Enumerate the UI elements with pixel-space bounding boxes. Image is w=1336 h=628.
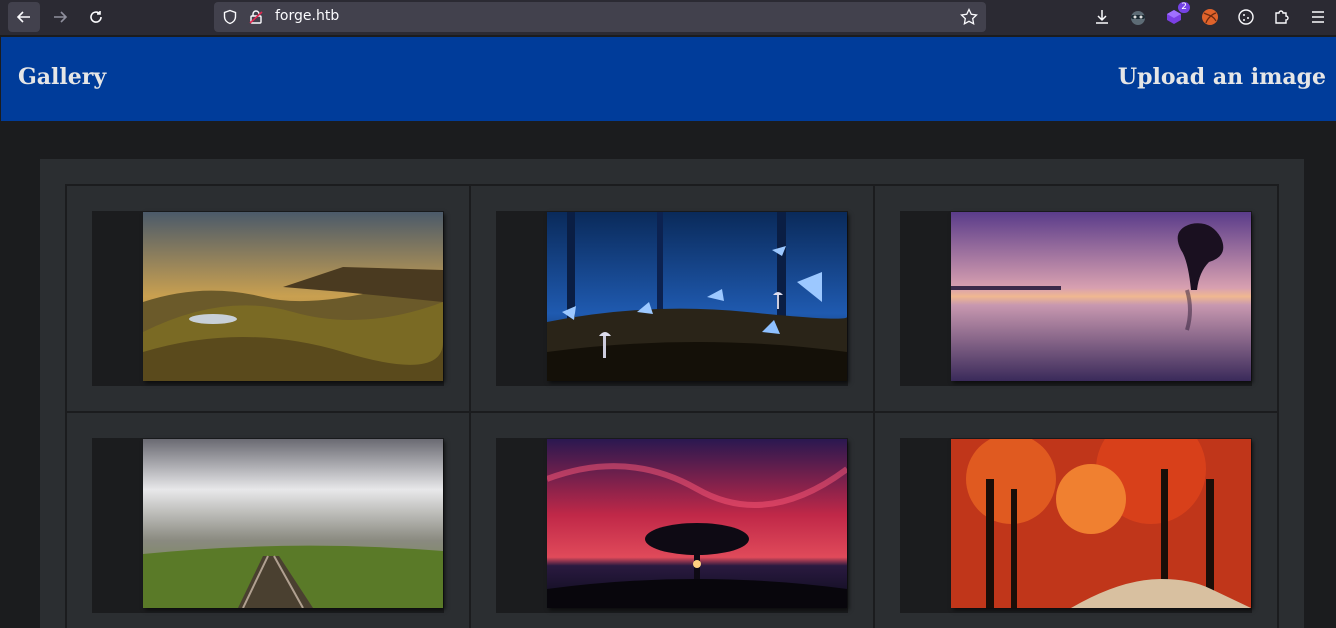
orange-ball-icon	[1202, 9, 1218, 25]
menu-button[interactable]	[1307, 6, 1329, 28]
gallery-grid	[65, 184, 1279, 628]
hamburger-menu-icon	[1312, 11, 1324, 23]
insecure-lock-icon[interactable]	[248, 9, 264, 25]
upload-image-link[interactable]: Upload an image	[1118, 64, 1326, 90]
shield-icon[interactable]	[222, 9, 238, 25]
page-content: Gallery Upload an image	[0, 35, 1336, 628]
extension-button-3[interactable]	[1199, 6, 1221, 28]
cookie-icon	[1238, 9, 1254, 25]
reload-icon	[90, 11, 102, 23]
image-frame	[92, 211, 444, 386]
puzzle-icon	[1275, 10, 1289, 24]
forward-button[interactable]	[44, 2, 76, 32]
railway-tracks-field-photo[interactable]	[143, 439, 443, 608]
arrow-right-icon	[54, 11, 68, 23]
gallery-cell	[875, 413, 1279, 628]
extension-button-2[interactable]: 2	[1163, 2, 1190, 28]
gallery-cell	[67, 413, 471, 628]
url-text[interactable]: forge.htb	[275, 8, 339, 24]
gallery-cell	[875, 186, 1279, 413]
downloads-button[interactable]	[1091, 6, 1113, 28]
browser-toolbar: forge.htb 2	[0, 0, 1336, 35]
gallery-cell	[67, 186, 471, 413]
image-frame	[496, 211, 848, 386]
gallery-cell	[471, 186, 875, 413]
blue-butterflies-mushrooms-photo[interactable]	[547, 212, 847, 381]
spy-mask-icon	[1131, 11, 1145, 25]
site-header: Gallery Upload an image	[1, 37, 1336, 121]
extension-badge: 2	[1178, 2, 1190, 13]
bookmark-star-icon[interactable]	[960, 8, 978, 26]
extensions-button[interactable]	[1271, 6, 1293, 28]
mountain-landscape-photo[interactable]	[143, 212, 443, 381]
gallery-cell	[471, 413, 875, 628]
image-frame	[92, 438, 444, 613]
back-button[interactable]	[8, 2, 40, 32]
reload-button[interactable]	[80, 2, 112, 32]
download-icon	[1096, 10, 1108, 24]
arrow-left-icon	[16, 11, 30, 23]
cookie-extension-button[interactable]	[1235, 6, 1257, 28]
gallery-brand[interactable]: Gallery	[18, 64, 106, 90]
image-frame	[900, 211, 1252, 386]
gallery-panel	[40, 159, 1304, 628]
red-sky-tree-silhouette-photo[interactable]	[547, 439, 847, 608]
image-frame	[496, 438, 848, 613]
image-frame	[900, 438, 1252, 613]
autumn-forest-path-photo[interactable]	[951, 439, 1251, 608]
extension-button-1[interactable]	[1127, 6, 1149, 28]
address-bar[interactable]: forge.htb	[214, 2, 986, 32]
purple-sunset-lake-tree-photo[interactable]	[951, 212, 1251, 381]
